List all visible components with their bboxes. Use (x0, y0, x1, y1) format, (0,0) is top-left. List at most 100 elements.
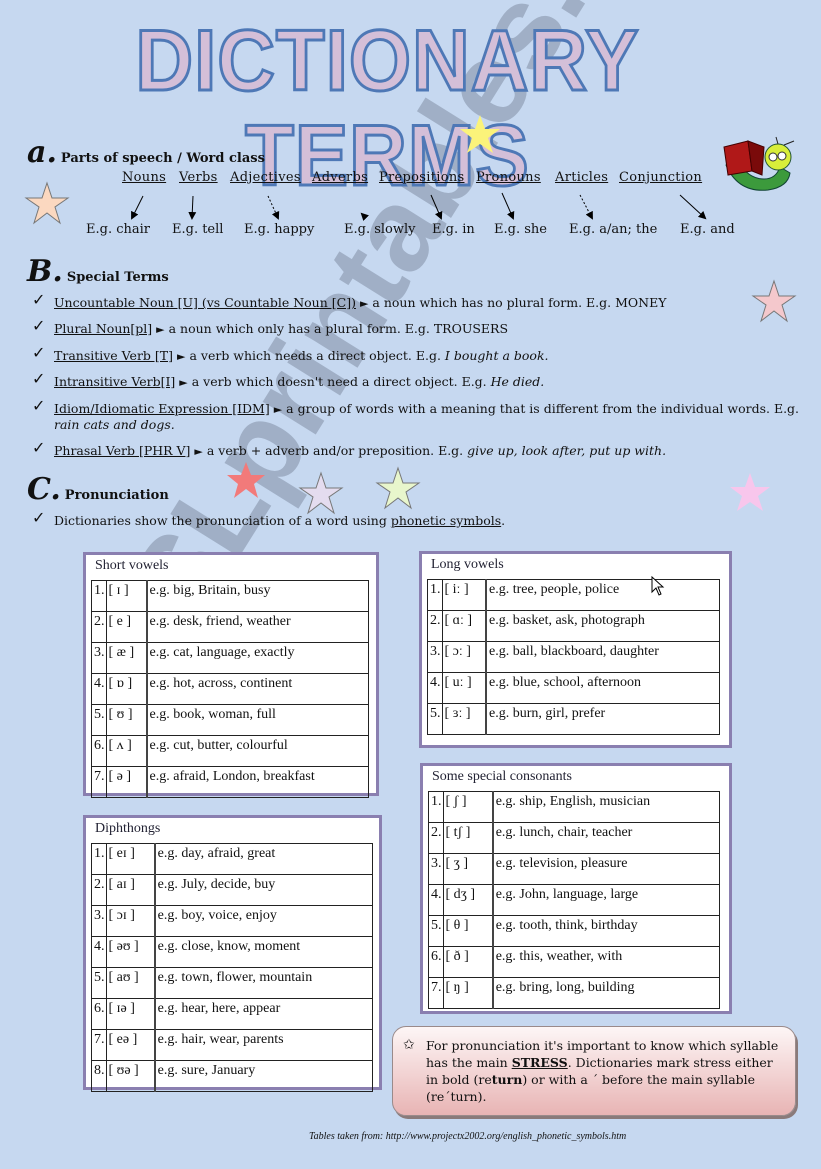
example-words: e.g. lunch, chair, teacher (492, 822, 720, 854)
row-number: 1. (91, 843, 107, 875)
row-number: 2. (428, 822, 444, 854)
short-vowels-table: 1.[ ɪ ] e.g. big, Britain, busy 2.[ e ] e.g… (91, 580, 369, 798)
term-item: ✓ Uncountable Noun [U] (vs Countable Nou… (32, 292, 802, 311)
table-row: 4.[ uː ] e.g. blue, school, afternoon (427, 672, 720, 704)
table-row: 5.[ aʊ ] e.g. town, flower, mountain (91, 967, 373, 999)
phonetic-symbol: [ aʊ ] (105, 967, 156, 999)
section-a-title: Parts of speech / Word class (60, 151, 265, 166)
table-row: 2.[ aɪ ] e.g. July, decide, buy (91, 874, 373, 906)
example-words: e.g. cat, language, exactly (146, 642, 369, 674)
table-row: 3.[ ɔɪ ] e.g. boy, voice, enjoy (91, 905, 373, 937)
example-words: e.g. boy, voice, enjoy (154, 905, 373, 937)
phonetic-symbol: [ θ ] (442, 915, 494, 947)
term-name: Intransitive Verb[I] (54, 374, 176, 389)
checkmark-icon: ✓ (32, 316, 46, 335)
table-row: 7.[ eə ] e.g. hair, wear, parents (91, 1029, 373, 1061)
short-vowels-title: Short vowels (95, 558, 169, 573)
table-row: 1.[ iː ] e.g. tree, people, police (427, 579, 720, 611)
example-words: e.g. hear, here, appear (154, 998, 373, 1030)
row-number: 5. (91, 967, 107, 999)
arrow-icon (679, 194, 707, 220)
term-name: Transitive Verb [T] (54, 348, 174, 363)
pronunciation-intro: ✓ Dictionaries show the pronunciation of… (32, 510, 802, 529)
example-prepositions: E.g. in (432, 222, 475, 237)
source-credit: Tables taken from: http://www.projectx20… (309, 1131, 627, 1142)
section-c-title: Pronunciation (64, 488, 169, 503)
example-words: e.g. hot, across, continent (146, 673, 369, 705)
phonetic-symbol: [ ʊ ] (105, 704, 148, 736)
checkmark-icon: ✓ (32, 343, 46, 362)
phonetic-symbol: [ aɪ ] (105, 874, 156, 906)
diphthongs-table: 1.[ eɪ ] e.g. day, afraid, great 2.[ aɪ ] e… (91, 843, 373, 1092)
row-number: 3. (428, 853, 444, 885)
triangle-right-icon: ► (179, 376, 188, 389)
phonetic-symbols-text: phonetic symbols (390, 513, 502, 528)
word-class-nouns: Nouns (122, 170, 167, 185)
triangle-right-icon: ► (273, 403, 283, 416)
row-number: 6. (91, 735, 107, 767)
phonetic-symbol: [ ʃ ] (442, 791, 494, 823)
phonetic-symbol: [ ɪə ] (105, 998, 156, 1030)
term-item: ✓ Plural Noun[pl] ► a noun which only ha… (32, 316, 802, 337)
example-adjectives: E.g. happy (244, 222, 315, 237)
example-words: e.g. day, afraid, great (154, 843, 373, 875)
row-number: 7. (91, 766, 107, 798)
row-number: 2. (91, 874, 107, 906)
example-words: e.g. basket, ask, photograph (485, 610, 720, 642)
triangle-right-icon: ► (177, 350, 186, 363)
section-b-title: Special Terms (66, 270, 169, 285)
table-row: 1.[ ʃ ] e.g. ship, English, musician (428, 791, 720, 823)
example-words: e.g. this, weather, with (492, 946, 720, 978)
table-row: 5.[ ɜː ] e.g. burn, girl, prefer (427, 703, 720, 735)
long-vowels-box: Long vowels 1.[ iː ] e.g. tree, people, p… (419, 551, 732, 748)
intro-end: . (501, 513, 506, 528)
row-number: 4. (91, 673, 107, 705)
term-example: He died. (490, 374, 545, 389)
checkmark-icon: ✓ (32, 369, 46, 388)
example-words: e.g. John, language, large (492, 884, 720, 916)
phonetic-symbol: [ eə ] (105, 1029, 156, 1061)
example-words: e.g. ball, blackboard, daughter (485, 641, 720, 673)
yellow-star-icon (460, 115, 500, 153)
table-row: 3.[ æ ] e.g. cat, language, exactly (91, 642, 369, 674)
section-c-letter: C. (27, 472, 61, 507)
term-item: ✓ Idiom/Idiomatic Expression [IDM] ► a g… (32, 396, 802, 433)
phonetic-symbol: [ ŋ ] (442, 977, 494, 1009)
term-definition: a verb which doesn't need a direct objec… (191, 374, 487, 389)
phonetic-symbol: [ eɪ ] (105, 843, 156, 875)
phonetic-symbol: [ dʒ ] (442, 884, 494, 916)
phonetic-symbol: [ æ ] (105, 642, 148, 674)
example-words: e.g. close, know, moment (154, 936, 373, 968)
long-vowels-title: Long vowels (431, 557, 504, 572)
example-words: e.g. sure, January (154, 1060, 373, 1092)
example-conjunction: E.g. and (680, 222, 735, 237)
table-row: 6.[ ɪə ] e.g. hear, here, appear (91, 998, 373, 1030)
term-item: ✓ Transitive Verb [T] ► a verb which nee… (32, 343, 802, 364)
row-number: 1. (427, 579, 443, 611)
row-number: 3. (91, 642, 107, 674)
mouse-cursor-icon (651, 576, 665, 596)
checkmark-icon: ✓ (32, 396, 46, 415)
phonetic-symbol: [ ɔː ] (441, 641, 487, 673)
table-row: 2.[ e ] e.g. desk, friend, weather (91, 611, 369, 643)
example-arrows (131, 192, 707, 222)
phonetic-symbol: [ e ] (105, 611, 148, 643)
phonetic-symbol: [ tʃ ] (442, 822, 494, 854)
phonetic-symbol: [ ɔɪ ] (105, 905, 156, 937)
table-row: 3.[ ʒ ] e.g. television, pleasure (428, 853, 720, 885)
arrow-icon (360, 212, 370, 222)
diphthongs-box: Diphthongs 1.[ eɪ ] e.g. day, afraid, gre… (83, 815, 382, 1092)
example-words: e.g. afraid, London, breakfast (146, 766, 369, 798)
phonetic-symbol: [ ʊə ] (105, 1060, 156, 1092)
word-class-conjunction: Conjunction (619, 170, 703, 185)
phonetic-symbol: [ ʌ ] (105, 735, 148, 767)
word-class-verbs: Verbs (179, 170, 218, 185)
phonetic-symbol: [ ʒ ] (442, 853, 494, 885)
table-row: 2.[ tʃ ] e.g. lunch, chair, teacher (428, 822, 720, 854)
arrow-icon (579, 194, 593, 220)
triangle-right-icon: ► (156, 323, 165, 336)
triangle-right-icon: ► (359, 297, 369, 310)
example-words: e.g. tree, people, police (485, 579, 720, 611)
example-adverbs: E.g. slowly (344, 222, 416, 237)
checkmark-icon: ✓ (32, 438, 46, 457)
